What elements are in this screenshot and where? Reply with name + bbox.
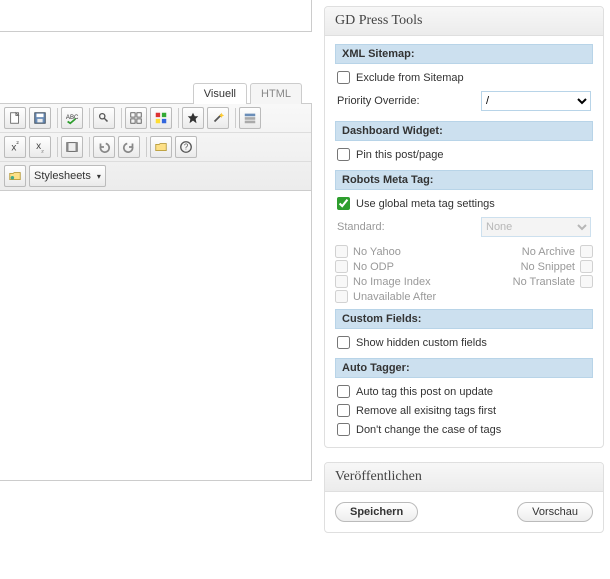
auto-tag-row[interactable]: Auto tag this post on update (335, 382, 593, 401)
show-hidden-row[interactable]: Show hidden custom fields (335, 333, 593, 352)
preview-button[interactable]: Vorschau (517, 502, 593, 522)
priority-label: Priority Override: (337, 95, 420, 107)
tab-html[interactable]: HTML (250, 83, 302, 104)
unavailable-checkbox (335, 290, 348, 303)
no-archive-label: No Archive (522, 246, 575, 258)
new-icon[interactable] (4, 107, 26, 129)
editor-content[interactable] (0, 191, 312, 481)
pin-post-checkbox[interactable] (337, 148, 350, 161)
wand-icon[interactable] (207, 107, 229, 129)
no-translate-label: No Translate (513, 276, 575, 288)
no-archive-checkbox (580, 245, 593, 258)
star-icon[interactable] (182, 107, 204, 129)
stylesheets-dropdown[interactable]: Stylesheets ▾ (29, 165, 106, 187)
no-image-checkbox (335, 275, 348, 288)
auto-tag-checkbox[interactable] (337, 385, 350, 398)
section-robots: Robots Meta Tag: (335, 170, 593, 190)
no-yahoo-label: No Yahoo (353, 246, 401, 258)
svg-text:?: ? (184, 143, 189, 152)
section-dashboard: Dashboard Widget: (335, 121, 593, 141)
subscript-icon[interactable]: x₂ (29, 136, 51, 158)
stylesheets-label: Stylesheets (34, 170, 91, 182)
redo-icon[interactable] (118, 136, 140, 158)
tab-visual[interactable]: Visuell (193, 83, 247, 104)
undo-icon[interactable] (93, 136, 115, 158)
save-button[interactable]: Speichern (335, 502, 418, 522)
kitchensink-icon[interactable] (239, 107, 261, 129)
no-translate-checkbox (580, 275, 593, 288)
priority-select[interactable]: / (481, 91, 591, 111)
editor-toolbar: ABC x² x₂ ? Stylesh (0, 103, 312, 191)
gd-press-tools-box: GD Press Tools XML Sitemap: Exclude from… (324, 6, 604, 448)
exclude-sitemap-row[interactable]: Exclude from Sitemap (335, 68, 593, 87)
fullscreen-icon[interactable] (125, 107, 147, 129)
no-odp-label: No ODP (353, 261, 394, 273)
no-snippet-label: No Snippet (521, 261, 575, 273)
remove-existing-label: Remove all exisitng tags first (356, 405, 496, 417)
exclude-sitemap-label: Exclude from Sitemap (356, 72, 464, 84)
editor-area: Visuell HTML ABC x² x₂ (0, 0, 312, 481)
robots-grid: No Yahoo No Archive No ODP No Snippet No… (335, 245, 593, 303)
use-global-row[interactable]: Use global meta tag settings (335, 194, 593, 213)
show-hidden-label: Show hidden custom fields (356, 337, 487, 349)
help-icon[interactable]: ? (175, 136, 197, 158)
gd-press-title: GD Press Tools (325, 7, 603, 36)
no-image-label: No Image Index (353, 276, 431, 288)
superscript-icon[interactable]: x² (4, 136, 26, 158)
meta-column: GD Press Tools XML Sitemap: Exclude from… (324, 6, 604, 547)
unavailable-label: Unavailable After (353, 291, 436, 303)
media-icon[interactable] (61, 136, 83, 158)
standard-row: Standard: None (335, 213, 593, 241)
standard-select: None (481, 217, 591, 237)
section-auto-tagger: Auto Tagger: (335, 358, 593, 378)
spellcheck-icon[interactable]: ABC (61, 107, 83, 129)
folder-icon[interactable] (150, 136, 172, 158)
no-snippet-checkbox (580, 260, 593, 273)
pin-post-row[interactable]: Pin this post/page (335, 145, 593, 164)
standard-label: Standard: (337, 221, 385, 233)
exclude-sitemap-checkbox[interactable] (337, 71, 350, 84)
dont-change-case-checkbox[interactable] (337, 423, 350, 436)
use-global-label: Use global meta tag settings (356, 198, 495, 210)
dont-change-case-row[interactable]: Don't change the case of tags (335, 420, 593, 439)
css-icon[interactable] (4, 165, 26, 187)
section-custom-fields: Custom Fields: (335, 309, 593, 329)
title-input-area[interactable] (0, 0, 312, 32)
caret-icon: ▾ (97, 172, 101, 181)
section-xml-sitemap: XML Sitemap: (335, 44, 593, 64)
dont-change-case-label: Don't change the case of tags (356, 424, 501, 436)
priority-row: Priority Override: / (335, 87, 593, 115)
publish-title: Veröffentlichen (325, 463, 603, 492)
remove-existing-checkbox[interactable] (337, 404, 350, 417)
show-hidden-checkbox[interactable] (337, 336, 350, 349)
use-global-checkbox[interactable] (337, 197, 350, 210)
find-icon[interactable] (93, 107, 115, 129)
no-yahoo-checkbox (335, 245, 348, 258)
remove-existing-row[interactable]: Remove all exisitng tags first (335, 401, 593, 420)
editor-tabs: Visuell HTML (0, 82, 312, 103)
auto-tag-label: Auto tag this post on update (356, 386, 493, 398)
pin-post-label: Pin this post/page (356, 149, 443, 161)
color-icon[interactable] (150, 107, 172, 129)
publish-box: Veröffentlichen Speichern Vorschau (324, 462, 604, 533)
save-icon[interactable] (29, 107, 51, 129)
no-odp-checkbox (335, 260, 348, 273)
svg-text:ABC: ABC (66, 114, 79, 121)
